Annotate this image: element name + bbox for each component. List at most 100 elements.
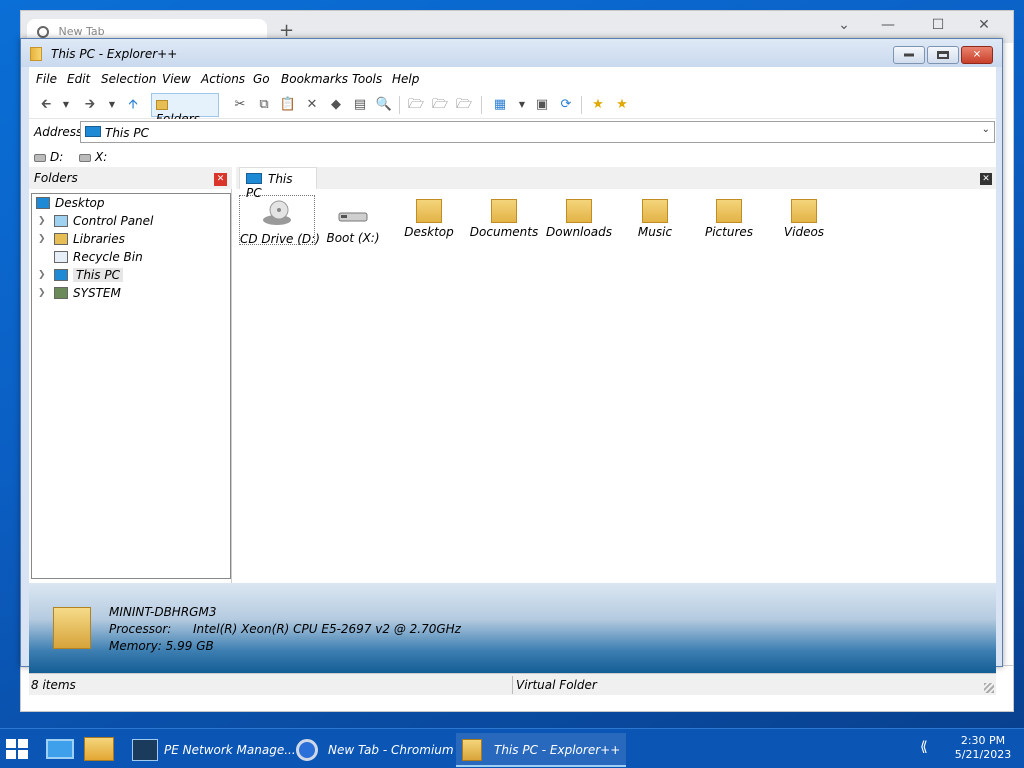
close-icon: ✕ [972,49,982,61]
folders-panel: Folders ✕ Desktop ❯ Control Panel ❯ Libr… [29,167,232,583]
views-icon[interactable]: ▦ [491,96,509,114]
folders-header: Folders ✕ [29,167,232,189]
minimize-button[interactable] [893,46,925,64]
clock[interactable]: 2:30 PM 5/21/2023 [950,734,1016,762]
task-chromium[interactable]: New Tab - Chromium [290,733,454,767]
clock-time: 2:30 PM [960,734,1006,747]
show-desktop-icon[interactable] [46,739,74,759]
explorer-window: This PC - Explorer++ ✕ File Edit Selecti… [20,38,1003,695]
close-tab-icon[interactable]: ✕ [980,173,992,185]
item-pictures[interactable]: Pictures [691,195,767,245]
this-pc-icon [54,269,68,281]
user-icon [54,287,68,299]
move-to-icon[interactable]: 🗁 [431,96,449,114]
delete-permanently-icon[interactable]: ◆ [327,96,345,114]
forward-dropdown-icon[interactable]: ▼ [107,96,117,114]
drive-icon [336,197,370,227]
tree-item-desktop[interactable]: Desktop [36,194,105,212]
chevron-down-icon[interactable]: ⌄ [829,17,859,37]
tree-item-control-panel[interactable]: ❯ Control Panel [38,212,153,230]
resize-grip-icon[interactable] [984,683,994,693]
copy-icon[interactable]: ⧉ [255,96,273,114]
chevron-right-icon[interactable]: ❯ [38,230,46,248]
bookmarks-icon[interactable]: ★ [613,96,631,114]
views-dropdown-icon[interactable]: ▼ [517,96,527,114]
delete-icon[interactable]: ✕ [303,96,321,114]
menu-help[interactable]: Help [392,72,419,86]
command-prompt-icon[interactable]: ▣ [533,96,551,114]
libraries-icon [54,233,68,245]
folder-icon [53,607,91,649]
back-arrow-icon[interactable]: 🡰 [37,96,55,114]
explorer-app-icon [462,739,482,761]
menu-selection[interactable]: Selection [101,72,156,86]
chevron-down-icon[interactable]: ⌄ [982,124,990,135]
drive-d-button[interactable]: D: [34,150,63,164]
menu-view[interactable]: View [162,72,191,86]
tree-item-libraries[interactable]: ❯ Libraries [38,230,125,248]
item-downloads[interactable]: Downloads [541,195,617,245]
menu-file[interactable]: File [36,72,57,86]
maximize-button[interactable] [927,46,959,64]
back-dropdown-icon[interactable]: ▼ [61,96,71,114]
address-value: This PC [105,126,149,140]
tree-item-system[interactable]: ❯ SYSTEM [38,284,121,302]
chevron-right-icon[interactable]: ❯ [38,284,46,302]
title-bar[interactable]: This PC - Explorer++ ✕ [21,39,1002,67]
item-desktop[interactable]: Desktop [391,195,467,245]
item-count: 8 items [31,678,76,692]
this-pc-icon [85,126,101,137]
memory-info: Memory: 5.99 GB [109,639,214,653]
close-folders-icon[interactable]: ✕ [214,173,227,186]
tray-overflow-icon[interactable]: ⟪ [920,739,928,755]
properties-icon[interactable]: ▤ [351,96,369,114]
folder-downloads-icon [566,199,592,223]
menu-go[interactable]: Go [253,72,270,86]
window-client: File Edit Selection View Actions Go Book… [29,67,996,695]
tab-this-pc[interactable]: This PC [239,167,317,200]
menu-edit[interactable]: Edit [67,72,90,86]
add-bookmark-icon[interactable]: ★ [589,96,607,114]
start-button[interactable] [6,739,30,761]
close-button[interactable]: ✕ [961,46,993,64]
item-cd-drive[interactable]: CD Drive (D:) [239,195,320,246]
item-videos[interactable]: Videos [766,195,842,245]
recycle-bin-icon [54,251,68,263]
address-input[interactable]: This PC ⌄ [80,121,995,143]
forward-arrow-icon[interactable]: 🡲 [81,96,99,114]
menu-bookmarks[interactable]: Bookmarks [281,72,348,86]
menu-actions[interactable]: Actions [201,72,245,86]
tree-item-recycle-bin[interactable]: Recycle Bin [54,248,143,266]
folders-title: Folders [34,171,78,185]
window-title: This PC - Explorer++ [51,47,178,61]
item-music[interactable]: Music [617,195,693,245]
search-folder-icon[interactable]: 🔍 [375,96,393,114]
refresh-icon[interactable]: ⟳ [557,96,575,114]
cut-icon[interactable]: ✂ [231,96,249,114]
minimize-icon[interactable]: — [873,17,903,37]
menu-tools[interactable]: Tools [352,72,382,86]
folders-toggle-button[interactable]: Folders [151,93,219,126]
control-panel-icon [54,215,68,227]
copy-to-icon[interactable]: 🗁 [407,96,425,114]
minimize-icon [904,53,914,57]
file-explorer-pin-icon[interactable] [84,737,114,761]
item-boot-drive[interactable]: Boot (X:) [315,195,391,245]
clock-date: 5/21/2023 [954,748,1012,761]
chevron-right-icon[interactable]: ❯ [38,212,46,230]
folder-pictures-icon [716,199,742,223]
tree-item-this-pc[interactable]: ❯ This PC [38,266,123,284]
task-network-manager[interactable]: PE Network Manage... [126,733,296,767]
up-arrow-icon[interactable]: 🡩 [124,96,142,114]
paste-icon[interactable]: 📋 [279,96,297,114]
item-documents[interactable]: Documents [466,195,542,245]
address-label: Address [34,125,83,139]
new-folder-icon[interactable]: 🗁 [455,96,473,114]
status-separator [512,676,513,694]
task-explorer[interactable]: This PC - Explorer++ [456,733,626,767]
close-icon[interactable]: ✕ [969,17,999,37]
chevron-right-icon[interactable]: ❯ [38,266,46,284]
maximize-icon[interactable]: ☐ [923,17,953,37]
file-list: CD Drive (D:) Boot (X:) Desktop Document… [236,189,996,583]
drive-x-button[interactable]: X: [79,150,107,164]
